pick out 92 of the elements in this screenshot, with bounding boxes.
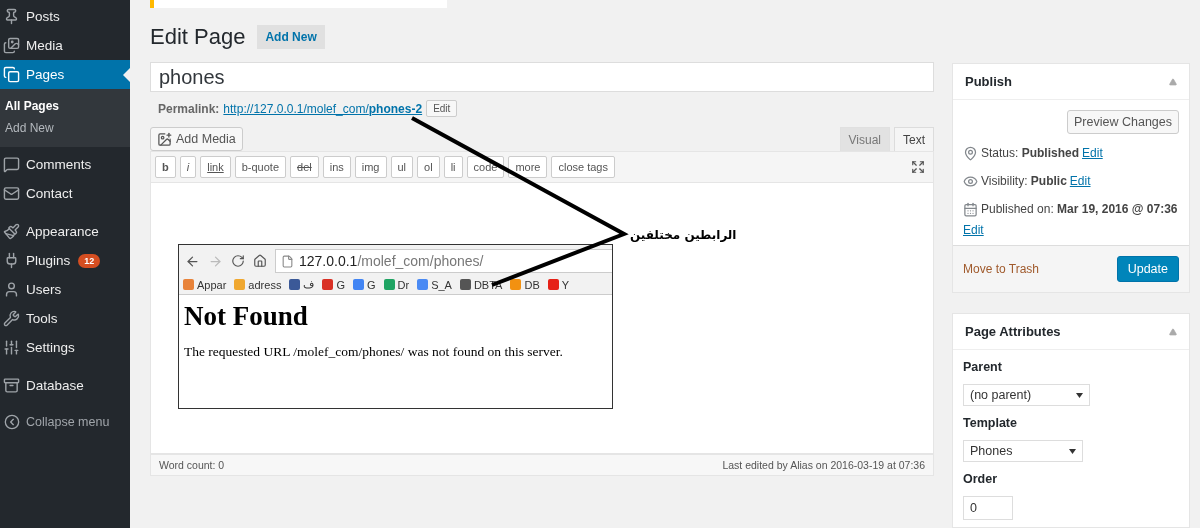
reload-icon[interactable]: [231, 254, 245, 268]
count-badge: 12: [78, 253, 101, 268]
submenu-item[interactable]: All Pages: [0, 95, 130, 117]
media-icon: [3, 37, 20, 54]
address-path: /molef_com/phones/: [357, 253, 484, 269]
paintbrush-icon: [3, 223, 20, 240]
address-host: 127.0.0.1: [299, 253, 358, 269]
word-count: Word count: 0: [159, 459, 225, 471]
sidebar-item[interactable]: Database: [0, 371, 130, 400]
quicktag-button[interactable]: ins: [322, 156, 351, 178]
editor-tab[interactable]: Text: [894, 127, 934, 151]
pin-icon: [963, 145, 978, 161]
sidebar-item[interactable]: Posts: [0, 2, 130, 31]
editor-tab[interactable]: Visual: [839, 127, 890, 151]
update-button[interactable]: Update: [1116, 256, 1179, 282]
edit-button[interactable]: Edit: [426, 100, 458, 117]
bookmark[interactable]: Appar: [183, 278, 227, 291]
edit-link[interactable]: Edit: [1082, 144, 1103, 162]
edit-link[interactable]: Edit: [1069, 172, 1091, 190]
sidebar-item[interactable]: Media: [0, 31, 130, 60]
bookmark[interactable]: DB: [510, 278, 540, 291]
bookmark[interactable]: G: [352, 278, 376, 291]
edit-link[interactable]: Edit: [963, 221, 984, 239]
bookmark[interactable]: S_A: [417, 278, 452, 291]
sidebar-item[interactable]: Contact: [0, 179, 130, 208]
quicktag-button[interactable]: ol: [417, 156, 440, 178]
publish-info: Status: Published: [981, 145, 1080, 162]
user-icon: [3, 281, 20, 298]
quicktag-button[interactable]: more: [508, 156, 548, 178]
sidebar-item[interactable]: Tools: [0, 304, 130, 333]
field-label: Order: [963, 472, 999, 486]
sidebar-item[interactable]: Comments: [0, 150, 130, 179]
home-icon[interactable]: [253, 254, 267, 268]
panel-title: Publish: [965, 74, 1012, 89]
collapse-menu-button[interactable]: Collapse menu: [0, 409, 130, 435]
quicktag-button[interactable]: img: [354, 156, 387, 178]
template-select[interactable]: Phones: [963, 440, 1083, 462]
address-bar[interactable]: 127.0.0.1/molef_com/phones/: [275, 249, 612, 273]
panel-title: Page Attributes: [965, 324, 1061, 339]
quicktag-button[interactable]: ul: [390, 156, 414, 178]
title-field[interactable]: phones: [150, 62, 934, 92]
bookmark[interactable]: adress: [234, 278, 282, 291]
media-icon: [157, 131, 172, 147]
annotation-text: الرابطين مختلفين: [630, 228, 737, 242]
add-new-button[interactable]: Add New: [257, 25, 325, 49]
bookmark[interactable]: Y: [547, 278, 570, 291]
page-title: Edit Page: [150, 24, 246, 50]
preview-changes-button[interactable]: Preview Changes: [1067, 110, 1179, 134]
submenu-item[interactable]: Add New: [0, 117, 130, 139]
quicktag-button[interactable]: del: [290, 156, 319, 178]
calendar-icon: [963, 201, 978, 217]
last-edited-text: Last edited by Alias on 2016-03-19 at 07:36: [722, 459, 925, 471]
error-heading: Not Found: [184, 301, 309, 332]
back-icon[interactable]: [185, 253, 200, 269]
sidebar-item[interactable]: Pages: [0, 60, 130, 89]
bookmark[interactable]: Dr: [383, 278, 410, 291]
dropdown-caret-icon: [1069, 448, 1076, 454]
pages-icon: [3, 66, 20, 83]
sliders-icon: [3, 339, 20, 356]
field-label: Template: [963, 416, 1018, 430]
sidebar-item[interactable]: Settings: [0, 333, 130, 362]
fullscreen-icon[interactable]: [911, 160, 925, 174]
wrench-icon: [3, 310, 20, 327]
quicktag-button[interactable]: li: [443, 156, 463, 178]
speech-bubble-icon: [3, 156, 20, 173]
field-label: Parent: [963, 360, 1003, 374]
publish-info: Published on: Mar 19, 2016 @ 07:36: [981, 201, 1178, 218]
sidebar-item[interactable]: Users: [0, 275, 130, 304]
publish-info: Visibility: Public: [981, 173, 1067, 190]
bookmark[interactable]: G: [322, 278, 345, 291]
permalink-label: Permalink:: [158, 101, 220, 116]
error-message: The requested URL /molef_com/phones/ was not found on this server.: [184, 344, 564, 360]
bookmark[interactable]: ف: [289, 278, 315, 291]
quicktag-button[interactable]: b-quote: [234, 156, 286, 178]
sidebar-item[interactable]: Plugins 12: [0, 246, 130, 275]
quicktag-button[interactable]: b: [155, 156, 176, 178]
add-media-button[interactable]: Add Media: [150, 127, 243, 151]
sidebar-item[interactable]: Appearance: [0, 217, 130, 246]
parent-select[interactable]: (no parent): [963, 384, 1090, 406]
order-field[interactable]: 0: [963, 496, 1013, 520]
permalink-link[interactable]: http://127.0.0.1/molef_com/phones-2: [223, 101, 423, 116]
move-to-trash-link[interactable]: Move to Trash: [963, 262, 1040, 276]
eye-icon: [963, 173, 978, 189]
quicktag-button[interactable]: i: [179, 156, 197, 178]
chevron-left-icon: [4, 414, 20, 430]
archive-icon: [3, 377, 20, 394]
page-icon: [281, 254, 294, 268]
quicktag-button[interactable]: link: [200, 156, 231, 178]
quicktag-button[interactable]: close tags: [551, 156, 615, 178]
pushpin-icon: [3, 8, 20, 25]
dropdown-caret-icon: [1076, 392, 1083, 398]
envelope-icon: [3, 185, 20, 202]
